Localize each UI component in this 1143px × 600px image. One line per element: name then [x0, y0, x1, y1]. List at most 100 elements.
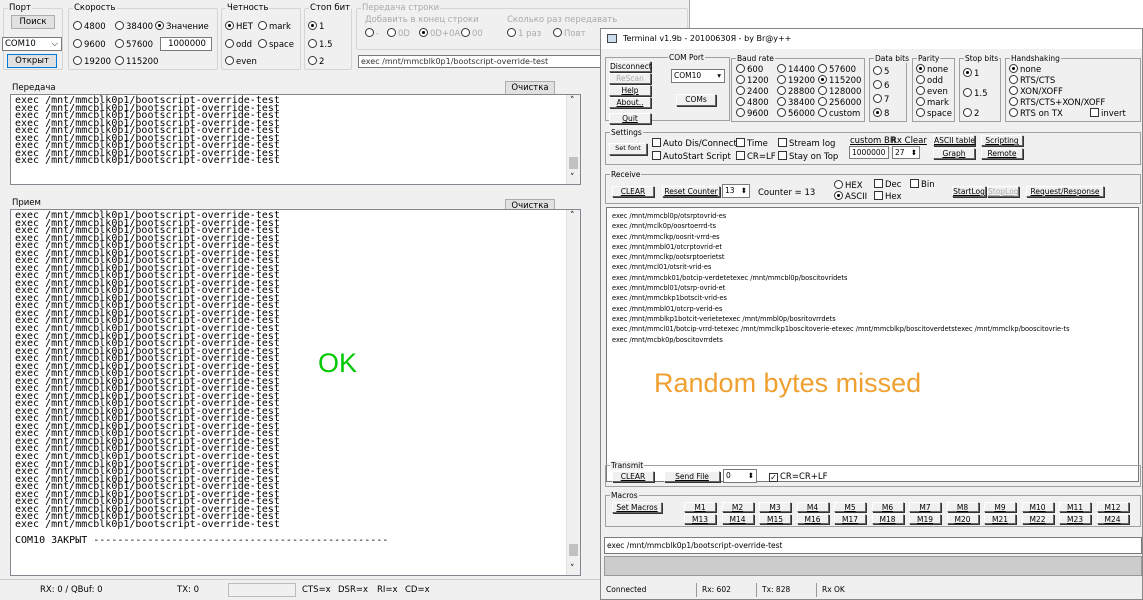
- speed-19200[interactable]: 19200: [73, 56, 111, 67]
- spinner-icon[interactable]: ⬍: [911, 147, 917, 158]
- bin-check[interactable]: Bin: [910, 179, 935, 190]
- ascii-table-button[interactable]: ASCII table: [933, 135, 975, 146]
- baud-rate-option[interactable]: 19200: [777, 75, 815, 86]
- parity-option[interactable]: none: [916, 64, 948, 75]
- parity-mark[interactable]: mark: [258, 21, 291, 32]
- spinner-icon[interactable]: ⬍: [748, 470, 754, 482]
- stop-bits-option[interactable]: 1: [963, 68, 979, 79]
- dec-check[interactable]: Dec: [874, 179, 901, 190]
- stop-2[interactable]: 2: [308, 56, 324, 67]
- stayontop-check[interactable]: Stay on Top: [778, 151, 838, 162]
- data-bits-option[interactable]: 8: [873, 108, 889, 119]
- parity-none[interactable]: НЕТ: [225, 21, 253, 32]
- macro-button-m17[interactable]: M17: [834, 514, 866, 524]
- macro-button-m5[interactable]: M5: [834, 502, 866, 512]
- handshaking-option[interactable]: RTS/CTS: [1009, 75, 1055, 86]
- receive-textarea[interactable]: exec /mnt/mmcbl0p/otsrptovrid-es exec /mn…: [606, 207, 1139, 482]
- handshaking-option[interactable]: RTS on TX: [1009, 108, 1063, 119]
- macro-button-m4[interactable]: M4: [796, 502, 829, 512]
- stop-bits-option[interactable]: 1.5: [963, 88, 988, 99]
- baud-rate-option[interactable]: 115200: [818, 75, 861, 86]
- handshaking-option[interactable]: none: [1009, 64, 1041, 75]
- data-bits-option[interactable]: 6: [873, 80, 889, 91]
- macro-button-m3[interactable]: M3: [759, 502, 791, 512]
- macro-button-m16[interactable]: M16: [796, 514, 829, 524]
- macro-button-m12[interactable]: M12: [1096, 502, 1129, 512]
- baud-rate-option[interactable]: 38400: [777, 97, 815, 108]
- parity-odd[interactable]: odd: [225, 39, 252, 50]
- scripting-button[interactable]: Scripting: [981, 135, 1023, 146]
- stop-1[interactable]: 1: [308, 21, 324, 32]
- speed-9600[interactable]: 9600: [73, 39, 106, 50]
- help-button[interactable]: Help: [609, 85, 651, 96]
- parity-option[interactable]: odd: [916, 75, 943, 86]
- crlf-check[interactable]: CR=LF: [736, 151, 776, 162]
- line-end-none[interactable]: -: [365, 28, 379, 39]
- macro-button-m22[interactable]: M22: [1021, 514, 1054, 524]
- transmit-spinner[interactable]: 0 ⬍: [723, 469, 757, 483]
- macro-button-m15[interactable]: M15: [759, 514, 791, 524]
- macro-button-m13[interactable]: M13: [684, 514, 716, 524]
- set-font-button[interactable]: Set font: [609, 143, 647, 155]
- tx-clear-button[interactable]: CLEAR: [612, 471, 654, 482]
- stoplog-button[interactable]: StopLog: [987, 186, 1019, 197]
- macro-button-m10[interactable]: M10: [1021, 502, 1054, 512]
- baud-rate-option[interactable]: 1200: [736, 75, 769, 86]
- macro-button-m1[interactable]: M1: [684, 502, 716, 512]
- remote-button[interactable]: Remote: [981, 148, 1023, 159]
- baud-rate-option[interactable]: 128000: [818, 86, 861, 97]
- coms-button[interactable]: COMs: [676, 94, 716, 106]
- rx-scroll-thumb[interactable]: [569, 544, 578, 556]
- com-select[interactable]: COM10 ⌵: [2, 37, 62, 51]
- tx-scroll-thumb[interactable]: [569, 157, 578, 169]
- macro-button-m19[interactable]: M19: [909, 514, 941, 524]
- open-button[interactable]: Открыт: [7, 54, 57, 68]
- parity-space[interactable]: space: [258, 39, 294, 50]
- repeat-once[interactable]: 1 раз: [507, 28, 541, 39]
- tx-scrollbar[interactable]: ˄ ˅: [566, 95, 580, 184]
- parity-option[interactable]: even: [916, 86, 948, 97]
- time-check[interactable]: Time: [736, 138, 768, 149]
- handshaking-option[interactable]: RTS/CTS+XON/XOFF: [1009, 97, 1105, 108]
- tx-clear-button[interactable]: Очистка: [505, 81, 555, 95]
- repeat-multi[interactable]: Повт: [553, 28, 586, 39]
- autodis-check[interactable]: Auto Dis/Connect: [652, 138, 737, 149]
- search-button[interactable]: Поиск: [11, 15, 55, 29]
- graph-button[interactable]: Graph: [933, 148, 975, 159]
- macro-button-m14[interactable]: M14: [721, 514, 754, 524]
- hex-check[interactable]: Hex: [874, 191, 902, 202]
- data-bits-option[interactable]: 7: [873, 94, 889, 105]
- macro-button-m21[interactable]: M21: [984, 514, 1016, 524]
- hex-radio[interactable]: HEX: [834, 180, 863, 191]
- stop-bits-option[interactable]: 2: [963, 108, 979, 119]
- reset-counter-button[interactable]: Reset Counter: [662, 186, 720, 197]
- custom-br-input[interactable]: 1000000: [849, 146, 889, 159]
- handshaking-option[interactable]: XON/XOFF: [1009, 86, 1063, 97]
- transmit-input[interactable]: exec /mnt/mmcblk0p1/bootscript-override-…: [604, 537, 1142, 554]
- rescan-button[interactable]: ReScan: [609, 73, 651, 84]
- speed-value-input[interactable]: 1000000: [160, 37, 212, 51]
- ascii-radio[interactable]: ASCII: [834, 191, 867, 202]
- quit-button[interactable]: Quit: [609, 113, 651, 124]
- streamlog-check[interactable]: Stream log: [778, 138, 835, 149]
- macro-button-m11[interactable]: M11: [1059, 502, 1091, 512]
- parity-option[interactable]: space: [916, 108, 952, 119]
- com-port-select[interactable]: COM10 ▾: [671, 69, 725, 83]
- rx-scrollbar[interactable]: ˄ ˅: [566, 210, 580, 575]
- macro-button-m6[interactable]: M6: [871, 502, 904, 512]
- rx-clear-button[interactable]: CLEAR: [612, 186, 654, 197]
- rx-clear-input[interactable]: 27 ⬍: [892, 146, 920, 159]
- request-response-button[interactable]: Request/Response: [1026, 186, 1104, 197]
- speed-115200[interactable]: 115200: [115, 56, 158, 67]
- baud-rate-option[interactable]: 9600: [736, 108, 769, 119]
- macro-button-m20[interactable]: M20: [946, 514, 979, 524]
- send-file-button[interactable]: Send File: [664, 471, 720, 482]
- macro-button-m9[interactable]: M9: [984, 502, 1016, 512]
- data-bits-option[interactable]: 5: [873, 66, 889, 77]
- speed-4800[interactable]: 4800: [73, 21, 106, 32]
- baud-rate-option[interactable]: 56000: [777, 108, 815, 119]
- about-button[interactable]: About..: [609, 97, 651, 108]
- baud-rate-option[interactable]: 256000: [818, 97, 861, 108]
- baud-rate-option[interactable]: 57600: [818, 64, 856, 75]
- line-end-0d[interactable]: 0D: [387, 28, 410, 39]
